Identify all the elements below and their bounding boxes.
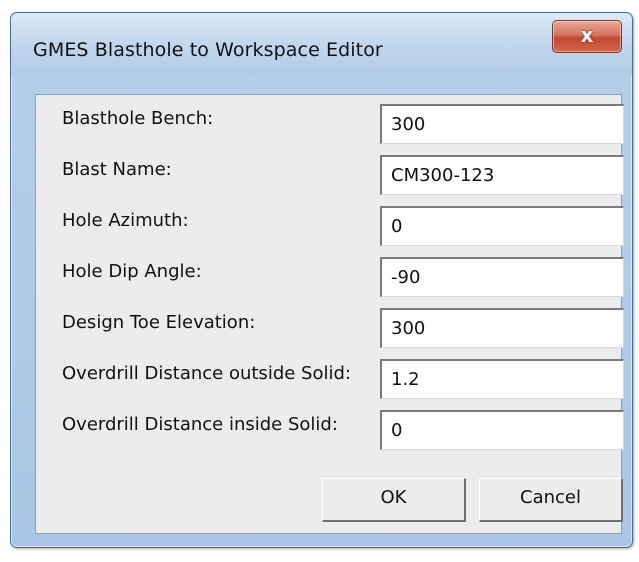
row-hole-azimuth: Hole Azimuth: 0 [36,206,624,246]
cancel-button-label: Cancel [520,487,581,508]
ok-button-label: OK [380,487,407,508]
blast-name-label: Blast Name: [62,159,172,180]
row-overdrill-inside: Overdrill Distance inside Solid: 0 [36,410,624,450]
hole-azimuth-input[interactable]: 0 [380,206,624,246]
row-hole-dip-angle: Hole Dip Angle: -90 [36,257,624,297]
blasthole-bench-input[interactable]: 300 [380,104,624,144]
overdrill-outside-label: Overdrill Distance outside Solid: [62,363,351,384]
form-panel: Blasthole Bench: 300 Blast Name: CM300-1… [35,94,624,534]
window-title: GMES Blasthole to Workspace Editor [33,39,383,61]
close-button[interactable]: x [552,20,622,53]
overdrill-inside-label: Overdrill Distance inside Solid: [62,414,338,435]
title-bar[interactable]: GMES Blasthole to Workspace Editor x [11,13,632,75]
design-toe-elevation-input[interactable]: 300 [380,308,624,348]
row-blast-name: Blast Name: CM300-123 [36,155,624,195]
overdrill-inside-input[interactable]: 0 [380,410,624,450]
overdrill-outside-input[interactable]: 1.2 [380,359,624,399]
design-toe-elevation-label: Design Toe Elevation: [62,312,256,333]
dialog-window: GMES Blasthole to Workspace Editor x Bla… [10,12,633,548]
hole-azimuth-label: Hole Azimuth: [62,210,189,231]
hole-dip-angle-label: Hole Dip Angle: [62,261,202,282]
row-blasthole-bench: Blasthole Bench: 300 [36,104,624,144]
cancel-button[interactable]: Cancel [479,478,623,522]
row-design-toe-elevation: Design Toe Elevation: 300 [36,308,624,348]
close-icon: x [580,23,594,47]
row-overdrill-outside: Overdrill Distance outside Solid: 1.2 [36,359,624,399]
blast-name-input[interactable]: CM300-123 [380,155,624,195]
ok-button[interactable]: OK [322,478,466,522]
hole-dip-angle-input[interactable]: -90 [380,257,624,297]
blasthole-bench-label: Blasthole Bench: [62,108,214,129]
